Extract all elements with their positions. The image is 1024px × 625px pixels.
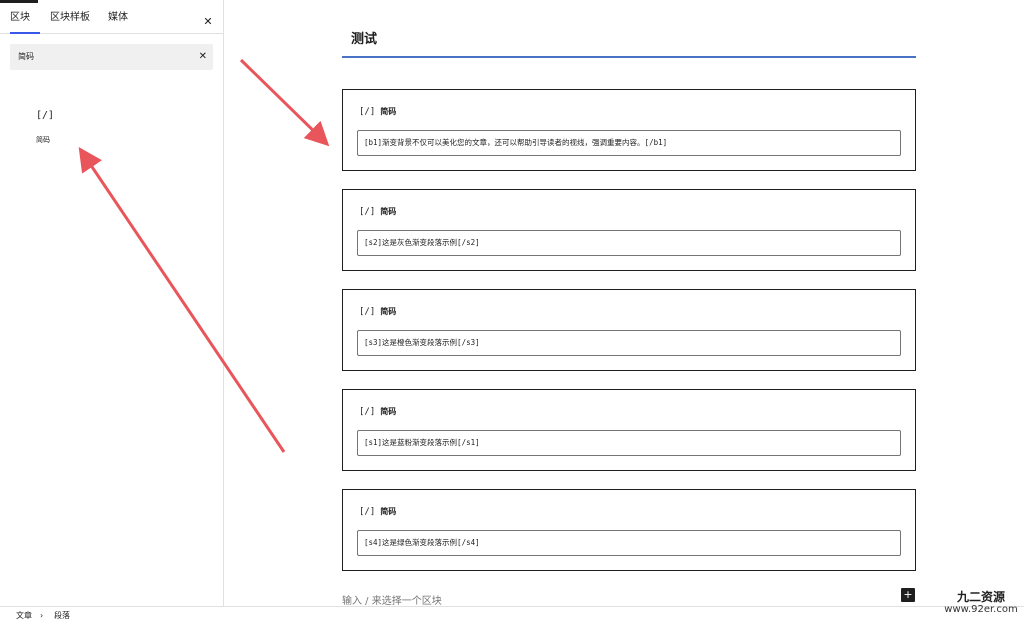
block-header: [/] 简码 [359, 106, 396, 118]
shortcode-icon: [/] [359, 207, 376, 217]
breadcrumb-item-post[interactable]: 文章 [16, 607, 32, 625]
shortcode-icon: [/] [359, 307, 376, 317]
block-header: [/] 简码 [359, 306, 396, 318]
shortcode-icon: [/] [359, 407, 376, 417]
block-name: 简码 [380, 207, 397, 216]
block-result-label: 简码 [36, 136, 50, 144]
close-icon[interactable]: ✕ [198, 8, 218, 36]
block-header: [/] 简码 [359, 206, 396, 218]
shortcode-block[interactable]: [/] 简码 [s2]这是灰色渐变段落示例[/s2] [342, 189, 916, 271]
block-inserter-panel: 区块 区块样板 媒体 ✕ 简码 ✕ [/] 简码 [0, 0, 224, 606]
block-header: [/] 简码 [359, 506, 396, 518]
block-editor-app: 区块 区块样板 媒体 ✕ 简码 ✕ [/] 简码 测试 [/] 简码 [b1]渐变… [0, 0, 1024, 625]
block-name: 简码 [380, 407, 397, 416]
top-strip [0, 0, 38, 3]
block-name: 简码 [380, 307, 397, 316]
shortcode-field[interactable]: [s2]这是灰色渐变段落示例[/s2] [357, 230, 901, 256]
tab-media[interactable]: 媒体 [108, 4, 134, 34]
shortcode-icon: [/] [359, 507, 376, 517]
plus-icon: + [903, 588, 913, 601]
block-header: [/] 简码 [359, 406, 396, 418]
breadcrumb-item-paragraph[interactable]: 段落 [54, 607, 70, 625]
shortcode-block[interactable]: [/] 简码 [s3]这是橙色渐变段落示例[/s3] [342, 289, 916, 371]
shortcode-icon: [/] [36, 110, 55, 121]
shortcode-block[interactable]: [/] 简码 [s1]这是蓝粉渐变段落示例[/s1] [342, 389, 916, 471]
shortcode-icon: [/] [359, 107, 376, 117]
watermark-line1: 九二资源 [956, 590, 1005, 604]
shortcode-block[interactable]: [/] 简码 [s4]这是绿色渐变段落示例[/s4] [342, 489, 916, 571]
block-name: 简码 [380, 507, 397, 516]
shortcode-field[interactable]: [s4]这是绿色渐变段落示例[/s4] [357, 530, 901, 556]
editor-canvas: 测试 [/] 简码 [b1]渐变背景不仅可以美化您的文章，还可以帮助引导读者的视线… [225, 0, 1024, 607]
block-result-shortcode[interactable]: [/] 简码 [26, 100, 66, 152]
block-name: 简码 [380, 107, 397, 116]
shortcode-block[interactable]: [/] 简码 [b1]渐变背景不仅可以美化您的文章，还可以帮助引导读者的视线，强调… [342, 89, 916, 171]
post-title[interactable]: 测试 [351, 28, 377, 47]
shortcode-field[interactable]: [b1]渐变背景不仅可以美化您的文章，还可以帮助引导读者的视线，强调重要内容。[… [357, 130, 901, 156]
search-value: 简码 [18, 52, 34, 61]
block-breadcrumb: 文章 › 段落 [0, 606, 1024, 625]
clear-search-icon[interactable]: ✕ [199, 44, 207, 70]
tab-blocks[interactable]: 区块 [10, 4, 40, 34]
watermark: 九二资源 www.92er.com [938, 590, 1024, 616]
watermark-line2: www.92er.com [944, 604, 1018, 615]
shortcode-field[interactable]: [s1]这是蓝粉渐变段落示例[/s1] [357, 430, 901, 456]
block-search-input[interactable]: 简码 ✕ [10, 44, 213, 70]
title-divider [342, 56, 916, 58]
block-appender-placeholder[interactable]: 输入 / 来选择一个区块 [342, 592, 442, 607]
add-block-button[interactable]: + [901, 588, 915, 602]
tab-patterns[interactable]: 区块样板 [50, 4, 94, 34]
shortcode-field[interactable]: [s3]这是橙色渐变段落示例[/s3] [357, 330, 901, 356]
inserter-tabs: 区块 区块样板 媒体 ✕ [0, 4, 224, 34]
chevron-right-icon: › [40, 611, 44, 620]
